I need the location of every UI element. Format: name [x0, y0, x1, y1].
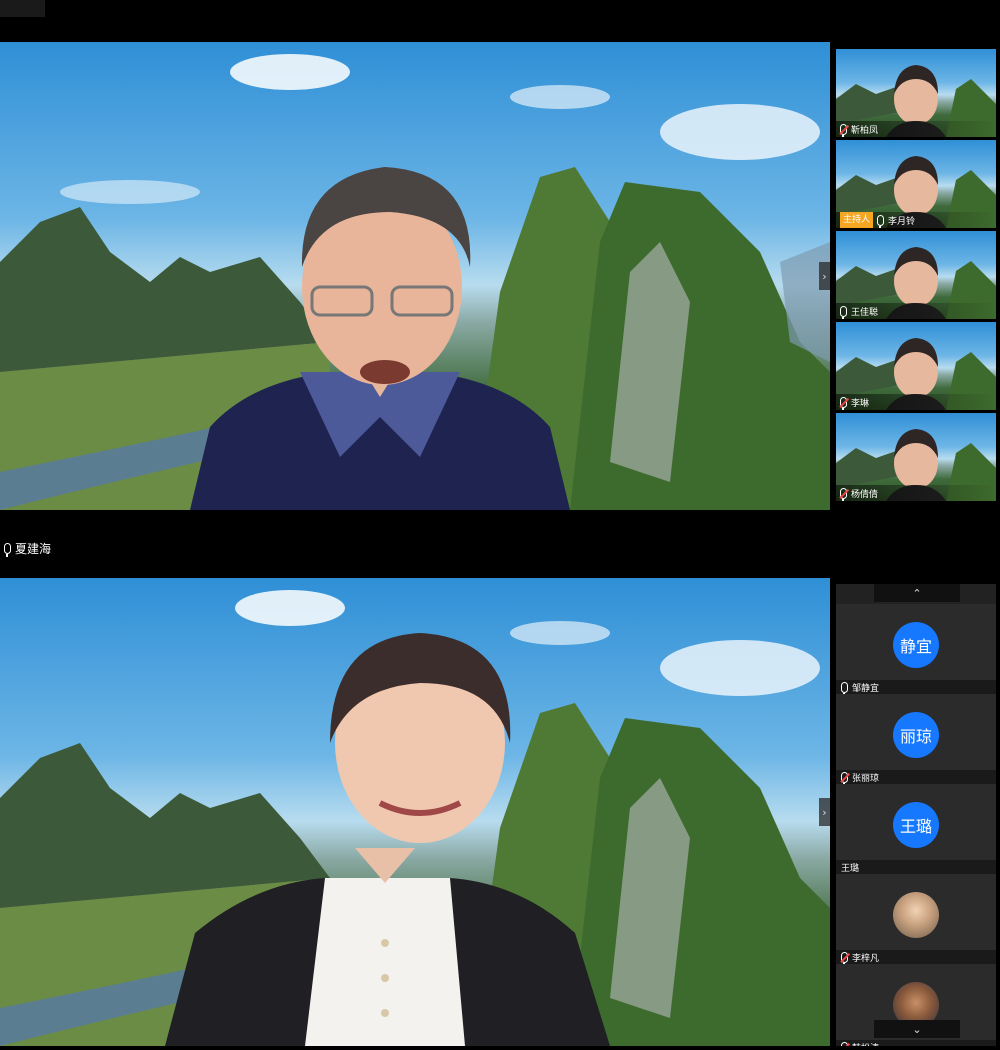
mic-muted-icon [840, 487, 847, 501]
participant-label: 邹静宜 [836, 680, 996, 696]
participant-list-item[interactable]: 李梓凡 [836, 874, 996, 966]
chevron-right-icon: › [822, 269, 827, 283]
participant-thumbnail[interactable]: 王佳聪 [836, 231, 996, 319]
participant-list-item[interactable]: 静宜 邹静宜 [836, 604, 996, 696]
participant-list-item[interactable]: 王璐 王璐 [836, 784, 996, 876]
avatar: 王璐 [893, 802, 939, 848]
participant-name: 靳柏凤 [851, 125, 879, 136]
main-video-bottom[interactable]: › [0, 578, 830, 1046]
thumbnail-caption: 杨倩倩 [836, 485, 996, 501]
main-video-top[interactable]: › [0, 42, 830, 510]
avatar-initials: 王璐 [899, 817, 932, 836]
mic-icon [840, 305, 847, 319]
participant-label: 张丽琼 [836, 770, 996, 786]
mic-muted-icon [840, 396, 847, 410]
scroll-up-button[interactable]: ⌃ [874, 584, 960, 602]
chevron-down-icon: ⌄ [912, 1022, 922, 1036]
participant-name: 王佳聪 [851, 307, 879, 318]
participant-thumbnail[interactable]: 李琳 [836, 322, 996, 410]
participant-name: 李琳 [851, 398, 870, 409]
participant-name: 邹静宜 [852, 683, 880, 694]
participant-thumbnail[interactable]: 杨倩倩 [836, 413, 996, 501]
scroll-down-button[interactable]: ⌄ [874, 1020, 960, 1038]
host-badge: 主持人 [840, 212, 874, 228]
thumbnail-caption: 李琳 [836, 394, 996, 410]
participant-label: 王璐 [836, 860, 996, 874]
mic-icon [877, 214, 885, 228]
meeting-window: › 夏建海 靳柏凤 主持人 李月铃 王佳聪 李琳 杨倩倩 › ⌃ 静宜 邹静宜 … [0, 0, 1000, 1050]
mic-icon [841, 681, 848, 696]
avatar-initials: 丽琼 [899, 727, 932, 746]
participant-thumbnail[interactable]: 主持人 李月铃 [836, 140, 996, 228]
avatar-initials: 静宜 [899, 637, 932, 656]
mic-muted-icon [841, 951, 848, 966]
participant-name: 李月铃 [888, 216, 916, 227]
main-speaker-name-tag: 夏建海 [4, 540, 51, 557]
avatar [893, 892, 939, 938]
speaker-video-woman [165, 633, 610, 1046]
avatar: 静宜 [893, 622, 939, 668]
chevron-right-icon: › [822, 805, 827, 819]
chevron-up-icon: ⌃ [912, 586, 922, 600]
participant-name: 王璐 [841, 863, 860, 874]
participant-name: 张丽琼 [852, 773, 880, 784]
participant-list-panel: ⌃ 静宜 邹静宜 丽琼 张丽琼 王璐 王璐 李梓凡 ⌄ [836, 584, 996, 1046]
main-speaker-name: 夏建海 [15, 542, 52, 556]
mic-muted-icon [841, 771, 848, 786]
mic-muted-icon [840, 123, 847, 137]
participant-name: 李梓凡 [852, 953, 880, 964]
participant-name: 韩松涛 [852, 1041, 879, 1047]
participant-label: 李梓凡 [836, 950, 996, 966]
thumbnail-caption: 主持人 李月铃 [836, 212, 996, 228]
participant-thumbnail[interactable]: 靳柏凤 [836, 49, 996, 137]
expand-panel-button-bottom[interactable]: › [819, 798, 830, 826]
participant-name: 杨倩倩 [851, 489, 879, 500]
mic-icon [4, 543, 11, 557]
thumbnail-caption: 王佳聪 [836, 303, 996, 319]
thumbnail-caption: 靳柏凤 [836, 121, 996, 137]
mic-muted-icon [841, 1041, 848, 1046]
participant-list-item[interactable]: 丽琼 张丽琼 [836, 694, 996, 786]
speaker-video-man [190, 157, 570, 510]
window-tab[interactable] [0, 0, 45, 17]
expand-panel-button-top[interactable]: › [819, 262, 830, 290]
avatar: 丽琼 [893, 712, 939, 758]
participant-label: 韩松涛 [836, 1040, 996, 1046]
